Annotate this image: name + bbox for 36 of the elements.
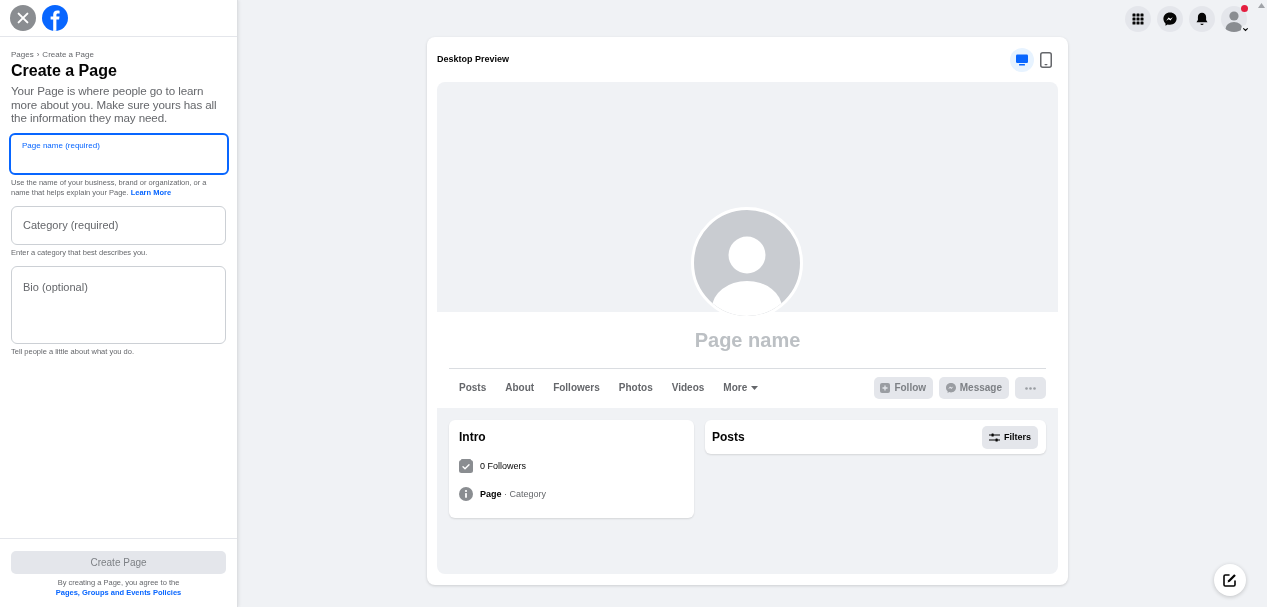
tab[interactable]: Posts <box>459 382 487 395</box>
grid-menu-icon[interactable] <box>1125 5 1151 32</box>
intro-detail-text: Page · Category <box>480 488 547 500</box>
compose-button[interactable] <box>1214 564 1246 596</box>
facebook-logo-icon[interactable] <box>42 5 68 31</box>
info-icon <box>459 487 473 501</box>
breadcrumb-link[interactable]: Pages <box>11 50 34 60</box>
description-text: Your Page is where people go to learn more about you. Make sure yours has all the information they may need. <box>11 84 218 125</box>
phone-icon[interactable] <box>1040 51 1052 68</box>
plus-square-icon <box>880 383 891 394</box>
more-dots-icon <box>1025 387 1036 390</box>
bell-icon[interactable] <box>1189 5 1215 32</box>
input-field[interactable]: Page name (required) <box>9 132 229 175</box>
page-title: Create a Page <box>11 61 118 81</box>
chevron-down-icon[interactable] <box>1241 24 1250 34</box>
tab[interactable]: More <box>723 382 759 395</box>
close-icon[interactable] <box>10 5 36 31</box>
tab[interactable]: About <box>505 382 535 395</box>
messenger-icon[interactable] <box>1157 5 1183 32</box>
textarea-field[interactable]: Bio (optional) <box>11 265 226 344</box>
preview-title: Desktop Preview <box>437 52 510 66</box>
breadcrumb-separator: › <box>36 50 40 60</box>
intro-detail-text: 0 Followers <box>480 460 526 472</box>
sliders-icon <box>989 432 1000 442</box>
page-name-text: Page name <box>693 328 802 352</box>
intro-title: Intro <box>459 430 487 445</box>
edit-icon <box>1223 573 1237 587</box>
desktop-monitor-icon[interactable] <box>1010 47 1034 72</box>
check-square-icon <box>459 459 473 473</box>
tab[interactable]: Followers <box>553 382 600 395</box>
chat-bubble-icon <box>945 383 956 394</box>
filters-button[interactable]: Filters <box>982 425 1038 449</box>
breadcrumb-current: Create a Page <box>42 50 94 60</box>
tab[interactable]: Videos <box>671 382 705 395</box>
posts-title: Posts <box>712 429 745 445</box>
tab[interactable]: Photos <box>618 382 653 395</box>
